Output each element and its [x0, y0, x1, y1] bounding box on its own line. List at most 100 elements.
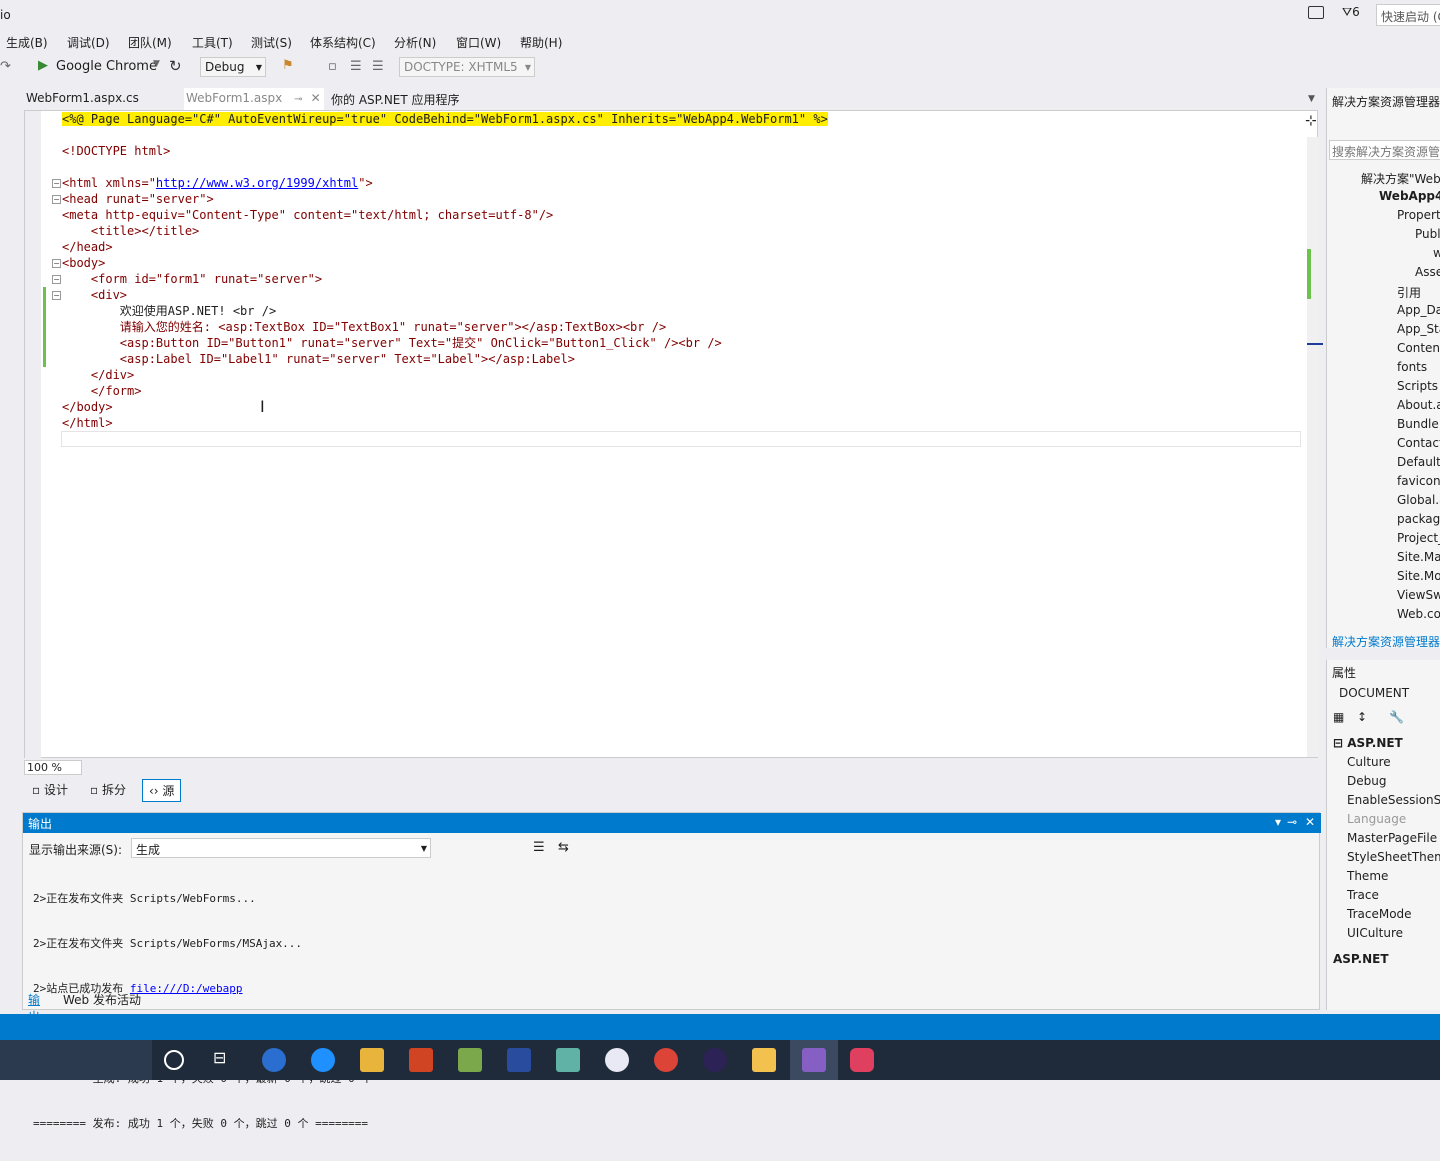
tab-webform-aspx[interactable]: WebForm1.aspx ⊸ ✕: [184, 88, 324, 110]
tab-webform-cs[interactable]: WebForm1.aspx.cs: [26, 91, 139, 105]
task-view-icon[interactable]: ⊟: [213, 1048, 237, 1072]
view-split-button[interactable]: ▫ 拆分: [84, 779, 132, 800]
property-row[interactable]: Trace: [1347, 888, 1379, 902]
notification-icon[interactable]: [1308, 6, 1324, 19]
property-row[interactable]: Theme: [1347, 869, 1388, 883]
powerpoint-icon[interactable]: [409, 1048, 433, 1072]
tab-web-publish[interactable]: Web 发布活动: [63, 991, 141, 1008]
editor-scrollbar[interactable]: [1307, 137, 1323, 757]
app-icon[interactable]: [752, 1048, 776, 1072]
chevron-down-icon[interactable]: ▼: [153, 59, 160, 69]
pin-icon[interactable]: ⊸: [1287, 815, 1297, 829]
tree-item[interactable]: Site.Mo: [1397, 569, 1440, 583]
fold-toggle[interactable]: −: [52, 259, 61, 268]
tree-item[interactable]: Global.a: [1397, 493, 1440, 507]
config-select[interactable]: Debug ▼: [200, 57, 266, 77]
menu-architecture[interactable]: 体系结构(C): [310, 34, 376, 51]
refresh-icon[interactable]: ↻: [169, 57, 182, 75]
devcpp-icon[interactable]: [507, 1048, 531, 1072]
code-line-10: <body>: [62, 256, 106, 270]
tree-item[interactable]: packag: [1397, 512, 1440, 526]
view-design-button[interactable]: ▫ 设计: [26, 779, 74, 800]
fold-toggle[interactable]: −: [52, 291, 61, 300]
tree-item[interactable]: Content: [1397, 341, 1440, 355]
property-row[interactable]: Culture: [1347, 755, 1391, 769]
tree-item[interactable]: 解决方案"Web: [1361, 170, 1440, 187]
cortana-icon[interactable]: [164, 1050, 184, 1070]
find-icon[interactable]: ⚑: [282, 58, 294, 73]
tree-item[interactable]: Propert: [1397, 208, 1440, 222]
run-icon[interactable]: ▶: [38, 58, 48, 73]
tree-item[interactable]: Web.co: [1397, 607, 1440, 621]
menu-test[interactable]: 测试(S): [251, 34, 292, 51]
property-row[interactable]: EnableSessionSt: [1347, 793, 1440, 807]
feedback-flag-icon[interactable]: ⛛6: [1342, 5, 1360, 20]
tab-your-aspnet-app[interactable]: 你的 ASP.NET 应用程序: [331, 91, 460, 108]
sort-icon[interactable]: ↕: [1357, 710, 1367, 724]
property-row[interactable]: Language: [1347, 812, 1406, 826]
wrench-icon[interactable]: 🔧: [1389, 710, 1404, 724]
tree-item[interactable]: App_Da: [1397, 303, 1440, 317]
redo-icon[interactable]: ↷: [0, 59, 11, 74]
tree-item[interactable]: Site.Ma: [1397, 550, 1440, 564]
menu-help[interactable]: 帮助(H): [520, 34, 562, 51]
edge-icon[interactable]: [311, 1048, 335, 1072]
tree-item[interactable]: WebApp4: [1379, 189, 1440, 203]
close-icon[interactable]: ✕: [1305, 815, 1315, 829]
menu-debug[interactable]: 调试(D): [67, 34, 110, 51]
zoom-select[interactable]: 100 %: [24, 760, 82, 775]
menu-window[interactable]: 窗口(W): [456, 34, 501, 51]
visual-studio-task[interactable]: [790, 1040, 838, 1080]
dropdown-icon[interactable]: ▾: [1275, 815, 1281, 829]
output-source-select[interactable]: 生成 ▼: [131, 838, 431, 858]
file-explorer-icon[interactable]: [360, 1048, 384, 1072]
tree-item[interactable]: Bundle.: [1397, 417, 1440, 431]
menu-build[interactable]: 生成(B): [6, 34, 48, 51]
categorized-icon[interactable]: ▦: [1333, 710, 1344, 724]
app-icon[interactable]: [850, 1048, 874, 1072]
property-row[interactable]: StyleSheetTheme: [1347, 850, 1440, 864]
fold-toggle[interactable]: −: [52, 195, 61, 204]
word-wrap-icon[interactable]: ⇆: [558, 840, 569, 855]
tree-item[interactable]: Project_: [1397, 531, 1440, 545]
quick-launch-input[interactable]: 快速启动 (C: [1376, 4, 1440, 26]
tree-item[interactable]: Asse: [1415, 265, 1440, 279]
property-row[interactable]: Debug: [1347, 774, 1386, 788]
chrome-icon[interactable]: [654, 1048, 678, 1072]
tree-item[interactable]: ViewSw: [1397, 588, 1440, 602]
tree-item[interactable]: fonts: [1397, 360, 1427, 374]
app-icon[interactable]: [458, 1048, 482, 1072]
app-icon[interactable]: [262, 1048, 286, 1072]
doctype-select[interactable]: DOCTYPE: XHTML5 ▼: [399, 57, 535, 77]
tab-list-chevron-icon[interactable]: ▼: [1308, 94, 1315, 104]
property-row[interactable]: TraceMode: [1347, 907, 1412, 921]
menu-team[interactable]: 团队(M): [128, 34, 172, 51]
tree-item[interactable]: 引用: [1397, 284, 1421, 301]
fold-toggle[interactable]: −: [52, 179, 61, 188]
tree-item[interactable]: favicon.: [1397, 474, 1440, 488]
split-icon[interactable]: ⊹: [1305, 113, 1317, 129]
tree-item[interactable]: App_Sta: [1397, 322, 1440, 336]
tree-item[interactable]: About.a: [1397, 398, 1440, 412]
clear-all-icon[interactable]: ☰: [533, 840, 545, 855]
property-row[interactable]: MasterPageFile: [1347, 831, 1437, 845]
tree-item[interactable]: w: [1433, 246, 1440, 260]
tree-item[interactable]: Scripts: [1397, 379, 1438, 393]
fold-toggle[interactable]: −: [52, 275, 61, 284]
code-line-8: <title></title>: [62, 224, 200, 238]
eclipse-icon[interactable]: [703, 1048, 727, 1072]
app-icon[interactable]: [605, 1048, 629, 1072]
tree-item[interactable]: Publ: [1415, 227, 1440, 241]
browser-selector[interactable]: Google Chrome: [56, 59, 157, 74]
solution-explorer-tab[interactable]: 解决方案资源管理器: [1332, 633, 1440, 650]
notepad-icon[interactable]: [556, 1048, 580, 1072]
publish-link[interactable]: file:///D:/webapp: [130, 982, 243, 995]
menu-tools[interactable]: 工具(T): [192, 34, 233, 51]
solution-search-input[interactable]: 搜索解决方案资源管: [1329, 140, 1440, 160]
property-row[interactable]: UICulture: [1347, 926, 1403, 940]
code-editor[interactable]: <%@ Page Language="C#" AutoEventWireup="…: [24, 110, 1323, 759]
menu-analyze[interactable]: 分析(N): [394, 34, 436, 51]
tree-item[interactable]: Contact: [1397, 436, 1440, 450]
view-source-button[interactable]: ‹› 源: [142, 779, 182, 802]
tree-item[interactable]: Default.: [1397, 455, 1440, 469]
